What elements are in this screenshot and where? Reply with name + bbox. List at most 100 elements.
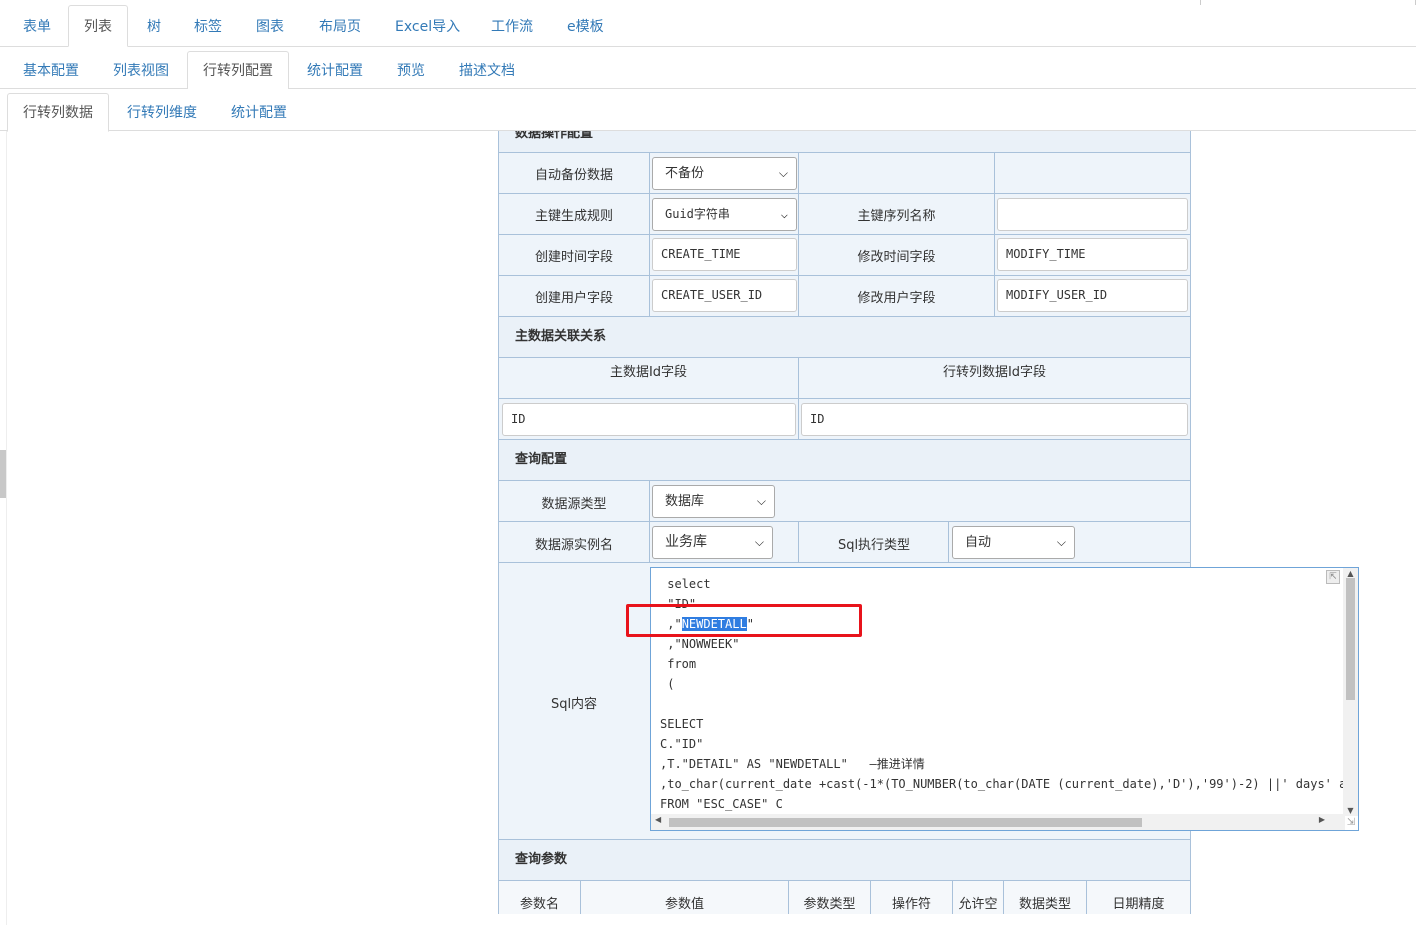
scroll-thumb[interactable] [1346, 578, 1355, 700]
chevron-down-icon: ⌵ [780, 207, 788, 221]
chevron-down-icon: ⌵ [754, 535, 764, 549]
main-id-field-label: 主数据Id字段 [609, 365, 688, 380]
operator-header: 操作符 [891, 897, 931, 912]
tab-preview[interactable]: 预览 [381, 51, 441, 90]
tab-form[interactable]: 表单 [7, 5, 67, 47]
tab-pivot-dimension[interactable]: 行转列维度 [111, 93, 213, 132]
sql-line: from [660, 657, 697, 671]
sql-line: ( [660, 677, 675, 691]
grid-line [649, 153, 650, 317]
grid-line [1003, 881, 1004, 914]
section-main-relation: 主数据关联关系 [499, 317, 1190, 358]
section-query-config: 查询配置 [499, 440, 1190, 481]
tab-label[interactable]: 标签 [178, 5, 238, 47]
pivot-sub-tabs: 行转列数据 行转列维度 统计配置 [0, 89, 1416, 132]
scroll-down-icon[interactable]: ▼ [1343, 806, 1358, 815]
scroll-thumb[interactable] [669, 818, 1142, 827]
tab-basic-config[interactable]: 基本配置 [7, 51, 95, 90]
date-precision-header: 日期精度 [1112, 897, 1165, 912]
create-time-label: 创建时间字段 [534, 250, 613, 265]
chevron-down-icon: ⌵ [778, 166, 788, 180]
list-config-tabs: 基本配置 列表视图 行转列配置 统计配置 预览 描述文档 [0, 47, 1416, 90]
scroll-right-icon[interactable]: ▶ [1319, 815, 1325, 824]
section-query-params: 查询参数 [499, 840, 1190, 881]
grid-line [948, 522, 949, 563]
scroll-up-icon[interactable]: ▲ [1343, 569, 1358, 578]
tab-pivot-config[interactable]: 行转列配置 [187, 51, 289, 90]
ds-type-label: 数据源类型 [541, 497, 607, 512]
sql-exec-type-select[interactable]: 自动 ⌵ [952, 526, 1075, 559]
chevron-down-icon: ⌵ [756, 494, 766, 508]
pivot-id-field-input[interactable]: ID [801, 403, 1188, 436]
pk-seq-name-input[interactable] [997, 198, 1188, 231]
create-user-input[interactable]: CREATE_USER_ID [652, 279, 797, 312]
sql-line: select [660, 577, 711, 591]
ds-instance-select[interactable]: 业务库 ⌵ [652, 526, 773, 559]
pk-rule-value: Guid字符串 [665, 207, 730, 221]
tab-pivot-data[interactable]: 行转列数据 [7, 93, 109, 132]
grid-line [788, 881, 789, 914]
sql-line: SELECT [660, 717, 704, 731]
ds-instance-label: 数据源实例名 [534, 538, 613, 553]
main-tabs: 表单 列表 树 标签 图表 布局页 Excel导入 工作流 e模板 [0, 5, 1416, 47]
sql-line: ,to_char(current_date +cast(-1*(TO_NUMBE… [660, 777, 1359, 791]
chevron-down-icon: ⌵ [1056, 535, 1066, 549]
ds-type-select[interactable]: 数据库 ⌵ [652, 485, 775, 518]
sql-exec-type-label: Sql执行类型 [837, 538, 911, 553]
create-time-input[interactable]: CREATE_TIME [652, 238, 797, 271]
expand-icon[interactable]: ⇱ [1326, 570, 1340, 584]
auto-backup-select[interactable]: 不备份 ⌵ [652, 157, 797, 190]
scroll-left-icon[interactable]: ◀ [655, 815, 661, 824]
modify-user-input[interactable]: MODIFY_USER_ID [997, 279, 1188, 312]
tab-tree[interactable]: 树 [131, 5, 177, 47]
tab-pivot-stats[interactable]: 统计配置 [215, 93, 303, 132]
param-value-header: 参数值 [664, 897, 704, 912]
resize-grip-icon[interactable]: ⇲ [1345, 817, 1357, 829]
data-type-header: 数据类型 [1018, 897, 1071, 912]
left-divider [6, 131, 7, 925]
grid-line [952, 881, 953, 914]
grid-line [870, 881, 871, 914]
main-id-field-input[interactable]: ID [502, 403, 796, 436]
grid-line [994, 153, 995, 317]
pk-seq-name-label: 主键序列名称 [857, 209, 936, 224]
vertical-scrollbar[interactable]: ▲ ▼ [1343, 568, 1358, 816]
tab-stats-config[interactable]: 统计配置 [291, 51, 379, 90]
pk-rule-select[interactable]: Guid字符串 ⌵ [652, 198, 797, 231]
ds-instance-value: 业务库 [665, 534, 707, 550]
modify-user-label: 修改用户字段 [857, 291, 936, 306]
auto-backup-value: 不备份 [665, 166, 705, 181]
pk-rule-label: 主键生成规则 [534, 209, 613, 224]
sql-line: C."ID" [660, 737, 704, 751]
left-scroll-marker [0, 450, 6, 498]
param-name-header: 参数名 [519, 897, 559, 912]
tab-list[interactable]: 列表 [68, 5, 128, 47]
sql-content-label: Sql内容 [550, 697, 598, 712]
horizontal-scrollbar[interactable]: ◀ ▶ [651, 814, 1345, 830]
modify-time-label: 修改时间字段 [857, 250, 936, 265]
modify-time-input[interactable]: MODIFY_TIME [997, 238, 1188, 271]
tab-layout-page[interactable]: 布局页 [303, 5, 377, 47]
annotation-highlight-box [626, 604, 862, 637]
grid-line [1086, 881, 1087, 914]
tab-workflow[interactable]: 工作流 [475, 5, 549, 47]
create-user-label: 创建用户字段 [534, 291, 613, 306]
section-data-ops: 数据操作配置 [499, 131, 1190, 153]
sql-line: ,"NOWWEEK" [660, 637, 740, 651]
grid-line [580, 881, 581, 914]
grid-line [798, 358, 799, 440]
sql-line: FROM "ESC_CASE" C [660, 797, 783, 811]
tab-e-template[interactable]: e模板 [551, 5, 620, 47]
pivot-id-field-label: 行转列数据Id字段 [942, 365, 1047, 380]
tab-chart[interactable]: 图表 [240, 5, 300, 47]
allow-null-header: 允许空 [958, 897, 998, 912]
tab-description-doc[interactable]: 描述文档 [443, 51, 531, 90]
grid-line [798, 153, 799, 317]
ds-type-value: 数据库 [665, 494, 705, 509]
tab-list-view[interactable]: 列表视图 [97, 51, 185, 90]
tab-excel-import[interactable]: Excel导入 [379, 5, 476, 47]
sql-exec-type-value: 自动 [965, 535, 992, 550]
auto-backup-label: 自动备份数据 [534, 168, 613, 183]
sql-line: ,T."DETAIL" AS "NEWDETALL" —推进详情 [660, 757, 925, 771]
grid-line [798, 522, 799, 563]
